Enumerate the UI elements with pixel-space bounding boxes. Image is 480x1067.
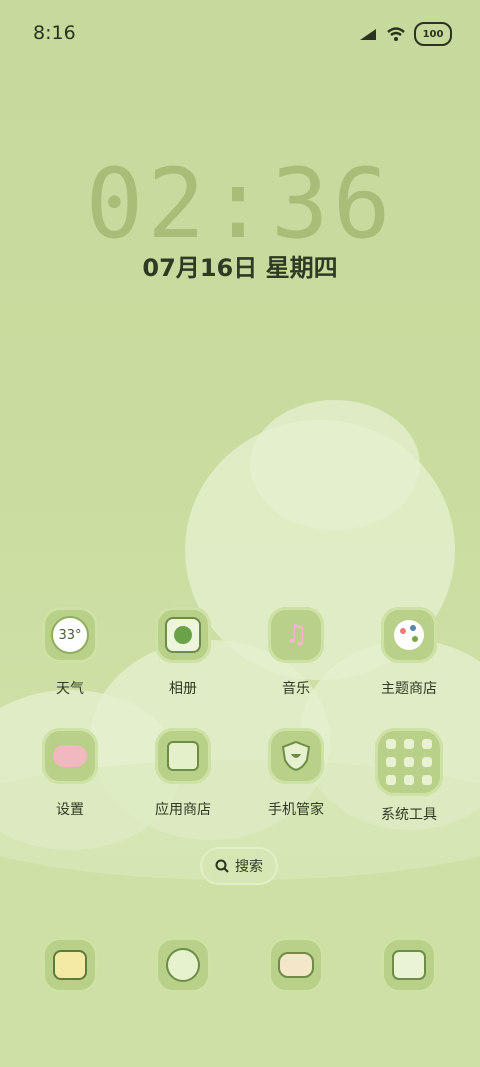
- camera-icon: [381, 937, 437, 993]
- app-label: 主题商店: [381, 681, 437, 697]
- app-label: 音乐: [282, 681, 310, 697]
- wifi-icon: [387, 27, 405, 41]
- music-icon: ♫: [268, 607, 324, 663]
- gallery-icon: [155, 607, 211, 663]
- status-time: 8:16: [33, 22, 76, 44]
- system-tools-folder-icon: [375, 728, 443, 796]
- dock-camera[interactable]: [364, 937, 454, 993]
- battery-icon: 100: [414, 22, 452, 46]
- app-label: 相册: [169, 681, 197, 697]
- app-app-store[interactable]: 应用商店: [138, 728, 228, 819]
- dock-phone[interactable]: [25, 937, 115, 993]
- messages-icon: [268, 937, 324, 993]
- phone-icon: [42, 937, 98, 993]
- search-label: 搜索: [235, 859, 263, 875]
- clock-date[interactable]: 07月16日 星期四: [0, 248, 480, 283]
- app-weather[interactable]: 33° 天气: [25, 607, 115, 698]
- app-store-icon: [155, 728, 211, 784]
- weather-temp: 33°: [58, 627, 82, 643]
- weather-icon: 33°: [42, 607, 98, 663]
- search-icon: [215, 859, 229, 873]
- app-phone-manager[interactable]: 手机管家: [251, 728, 341, 819]
- app-music[interactable]: ♫ 音乐: [251, 607, 341, 698]
- search-button[interactable]: 搜索: [202, 849, 276, 883]
- app-theme-store[interactable]: 主题商店: [364, 607, 454, 698]
- dock-messages[interactable]: [251, 937, 341, 993]
- app-label: 设置: [56, 802, 84, 818]
- app-system-tools-folder[interactable]: 系统工具: [364, 728, 454, 824]
- clock-time[interactable]: 02:36: [0, 148, 480, 260]
- status-bar: 8:16 100: [0, 0, 480, 68]
- signal-icon: [360, 29, 376, 40]
- settings-icon: [42, 728, 98, 784]
- dock-browser[interactable]: [138, 937, 228, 993]
- app-label: 应用商店: [155, 802, 211, 818]
- app-gallery[interactable]: 相册: [138, 607, 228, 698]
- browser-icon: [155, 937, 211, 993]
- app-settings[interactable]: 设置: [25, 728, 115, 819]
- app-label: 天气: [56, 681, 84, 697]
- app-label: 系统工具: [381, 807, 437, 823]
- theme-store-icon: [381, 607, 437, 663]
- phone-manager-icon: [268, 728, 324, 784]
- app-label: 手机管家: [268, 802, 324, 818]
- battery-level: 100: [422, 28, 444, 40]
